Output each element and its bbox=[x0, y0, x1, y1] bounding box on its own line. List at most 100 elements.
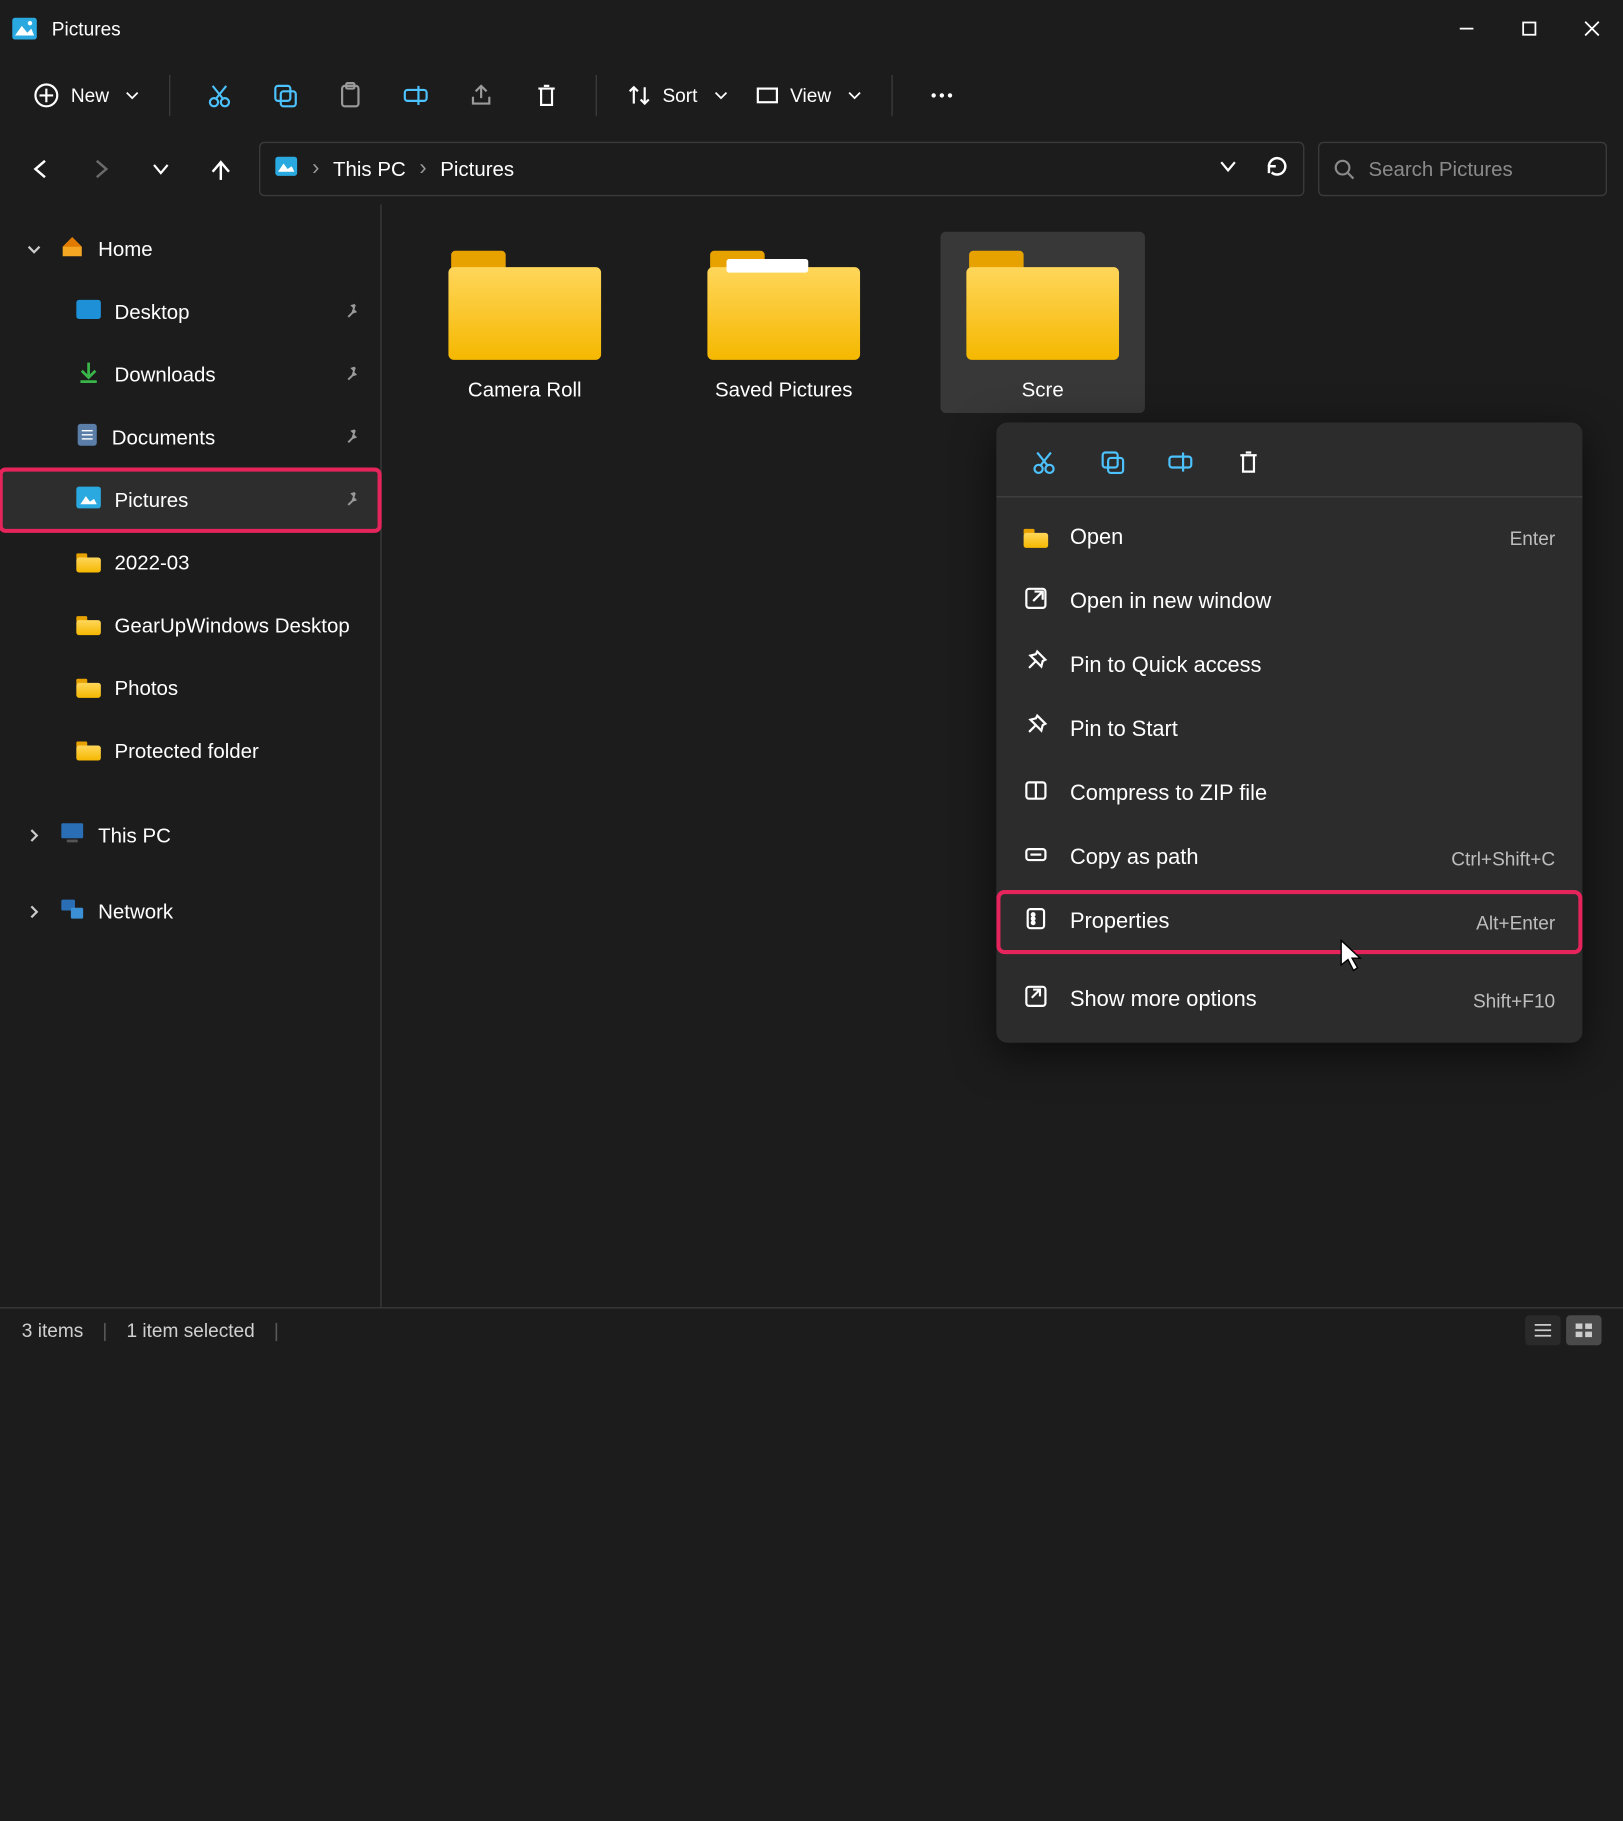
new-label: New bbox=[71, 85, 109, 107]
breadcrumb-item[interactable]: This PC bbox=[333, 157, 406, 180]
sidebar-item-label: GearUpWindows Desktop bbox=[114, 614, 349, 637]
context-menu: Open Enter Open in new window Pin to Qui… bbox=[996, 423, 1582, 1043]
pin-icon bbox=[342, 363, 361, 388]
breadcrumb[interactable]: › This PC › Pictures bbox=[259, 142, 1304, 197]
ctx-item-label: Show more options bbox=[1070, 987, 1257, 1012]
sidebar-item-protected[interactable]: Protected folder bbox=[0, 720, 380, 783]
ctx-copy-button[interactable] bbox=[1097, 447, 1127, 477]
sort-label: Sort bbox=[662, 85, 697, 107]
pictures-icon bbox=[274, 153, 299, 184]
pictures-app-icon bbox=[11, 15, 38, 42]
ctx-open-new-window[interactable]: Open in new window bbox=[996, 570, 1582, 634]
view-button[interactable]: View bbox=[741, 75, 875, 116]
status-selected: 1 item selected bbox=[126, 1319, 254, 1341]
documents-icon bbox=[76, 423, 98, 453]
sidebar-item-gearupwindows[interactable]: GearUpWindows Desktop bbox=[0, 594, 380, 657]
sidebar-item-2022-03[interactable]: 2022-03 bbox=[0, 532, 380, 595]
chevron-down-icon bbox=[22, 241, 47, 257]
close-button[interactable] bbox=[1561, 0, 1623, 57]
sidebar-item-pictures[interactable]: Pictures bbox=[0, 469, 380, 532]
ctx-properties[interactable]: Properties Alt+Enter bbox=[996, 890, 1582, 954]
up-button[interactable] bbox=[204, 153, 237, 186]
sidebar-item-label: Photos bbox=[114, 677, 178, 700]
back-button[interactable] bbox=[25, 153, 58, 186]
sidebar-item-documents[interactable]: Documents bbox=[0, 406, 380, 469]
sidebar-network[interactable]: Network bbox=[0, 880, 380, 943]
more-button[interactable] bbox=[909, 68, 974, 123]
pin-icon bbox=[342, 300, 361, 325]
ctx-cut-button[interactable] bbox=[1029, 447, 1059, 477]
window-title: Pictures bbox=[52, 18, 121, 40]
minimize-button[interactable] bbox=[1435, 0, 1498, 57]
sidebar: Home Desktop Downloads Documents Picture… bbox=[0, 204, 382, 1307]
path-icon bbox=[1024, 842, 1049, 873]
ctx-item-label: Compress to ZIP file bbox=[1070, 782, 1267, 807]
ctx-pin-quick-access[interactable]: Pin to Quick access bbox=[996, 634, 1582, 698]
breadcrumb-item[interactable]: Pictures bbox=[440, 157, 514, 180]
search-input[interactable]: Search Pictures bbox=[1318, 142, 1607, 197]
refresh-button[interactable] bbox=[1265, 153, 1290, 184]
pictures-icon bbox=[76, 487, 101, 514]
ctx-open[interactable]: Open Enter bbox=[996, 506, 1582, 570]
pin-icon bbox=[1024, 714, 1049, 745]
delete-button[interactable] bbox=[514, 68, 579, 123]
sidebar-item-downloads[interactable]: Downloads bbox=[0, 343, 380, 406]
view-details-button[interactable] bbox=[1525, 1315, 1560, 1345]
titlebar: Pictures bbox=[0, 0, 1623, 57]
ctx-shortcut: Shift+F10 bbox=[1473, 989, 1555, 1011]
nav-row: › This PC › Pictures Search Pictures bbox=[0, 134, 1623, 205]
sidebar-item-label: 2022-03 bbox=[114, 551, 189, 574]
folder-icon bbox=[702, 243, 866, 366]
folder-saved-pictures[interactable]: Saved Pictures bbox=[682, 232, 886, 413]
sidebar-item-photos[interactable]: Photos bbox=[0, 657, 380, 720]
ctx-rename-button[interactable] bbox=[1165, 447, 1195, 477]
rename-button[interactable] bbox=[383, 68, 448, 123]
ctx-item-label: Properties bbox=[1070, 910, 1169, 935]
pin-icon bbox=[1024, 650, 1049, 681]
view-label: View bbox=[790, 85, 831, 107]
chevron-right-icon bbox=[22, 827, 47, 843]
sort-button[interactable]: Sort bbox=[613, 75, 741, 116]
search-icon bbox=[1333, 158, 1355, 180]
ctx-copy-path[interactable]: Copy as path Ctrl+Shift+C bbox=[996, 826, 1582, 890]
folder-icon bbox=[1024, 528, 1049, 547]
ctx-show-more[interactable]: Show more options Shift+F10 bbox=[996, 968, 1582, 1032]
ctx-item-label: Pin to Start bbox=[1070, 718, 1178, 743]
paste-button[interactable] bbox=[318, 68, 383, 123]
folder-icon bbox=[76, 679, 101, 698]
ctx-shortcut: Alt+Enter bbox=[1476, 911, 1555, 933]
cut-button[interactable] bbox=[187, 68, 252, 123]
sidebar-home[interactable]: Home bbox=[0, 218, 380, 281]
forward-button[interactable] bbox=[85, 153, 118, 186]
desktop-icon bbox=[76, 300, 101, 325]
statusbar: 3 items | 1 item selected | bbox=[0, 1307, 1623, 1351]
breadcrumb-dropdown[interactable] bbox=[1219, 156, 1238, 182]
sidebar-item-label: Protected folder bbox=[114, 739, 258, 762]
recent-button[interactable] bbox=[144, 153, 177, 186]
sidebar-item-label: This PC bbox=[98, 824, 171, 847]
copy-button[interactable] bbox=[252, 68, 317, 123]
chevron-right-icon bbox=[22, 904, 47, 920]
status-count: 3 items bbox=[22, 1319, 84, 1341]
new-button[interactable]: New bbox=[19, 74, 153, 118]
zip-icon bbox=[1024, 778, 1049, 809]
sidebar-thispc[interactable]: This PC bbox=[0, 804, 380, 867]
ctx-compress-zip[interactable]: Compress to ZIP file bbox=[996, 762, 1582, 826]
sidebar-item-label: Desktop bbox=[114, 301, 189, 324]
properties-icon bbox=[1024, 906, 1049, 937]
sidebar-item-label: Pictures bbox=[114, 489, 188, 512]
sidebar-item-desktop[interactable]: Desktop bbox=[0, 281, 380, 344]
ctx-pin-start[interactable]: Pin to Start bbox=[996, 698, 1582, 762]
open-new-icon bbox=[1024, 586, 1049, 617]
maximize-button[interactable] bbox=[1498, 0, 1561, 57]
folder-icon bbox=[76, 616, 101, 635]
chevron-down-icon bbox=[125, 89, 139, 103]
folder-screenshots[interactable]: Scre bbox=[940, 232, 1144, 413]
network-icon bbox=[60, 898, 85, 925]
share-button[interactable] bbox=[448, 68, 513, 123]
ctx-item-label: Pin to Quick access bbox=[1070, 654, 1262, 679]
folder-camera-roll[interactable]: Camera Roll bbox=[423, 232, 627, 413]
view-icons-button[interactable] bbox=[1566, 1315, 1601, 1345]
ctx-delete-button[interactable] bbox=[1234, 447, 1264, 477]
home-icon bbox=[60, 234, 85, 264]
